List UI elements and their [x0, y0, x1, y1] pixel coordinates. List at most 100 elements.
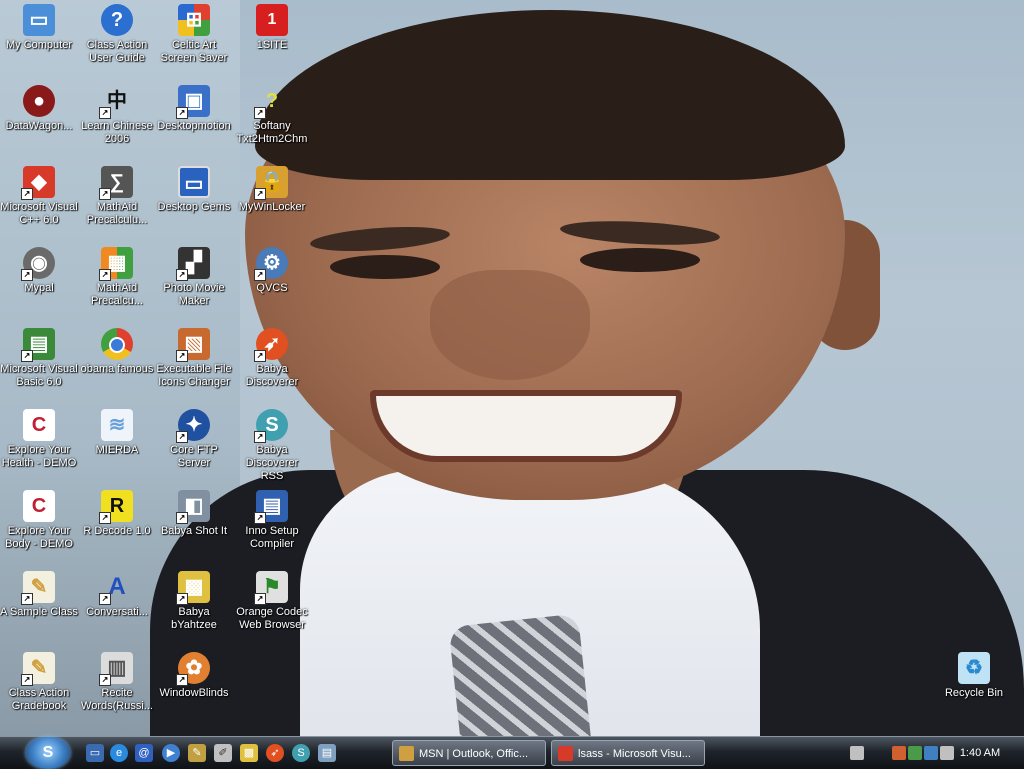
- icon-label: MIERDA: [95, 444, 139, 456]
- desktop-icon-mathaid-2[interactable]: ▦ ↗ MathAid Precalcu...: [78, 247, 156, 308]
- visual-cpp-icon: [558, 746, 573, 761]
- desktop-icon-celtic-art[interactable]: ⊞ Celtic Art Screen Saver: [155, 4, 233, 65]
- taskbar: S ▭ e @ ▶ ✎ ✐ ▩ ➶ S ▤ MSN | Outlook, Off…: [0, 736, 1024, 769]
- desktop-icon-windowblinds[interactable]: ✿ ↗ WindowBlinds: [155, 652, 233, 700]
- task-button-lsass[interactable]: lsass - Microsoft Visu...: [551, 740, 705, 766]
- desktop-icon-inno-setup[interactable]: ▤ ↗ Inno Setup Compiler: [233, 490, 311, 551]
- desktop-icon-explore-body[interactable]: C Explore Your Body - DEMO: [0, 490, 78, 551]
- icon-label: Explore Your Health - DEMO: [1, 444, 77, 469]
- desktop-icon-desktopmotion[interactable]: ▣ ↗ Desktopmotion: [155, 85, 233, 133]
- desktop-icon-exe-icons-changer[interactable]: ▧ ↗ Executable File Icons Changer: [155, 328, 233, 389]
- visual-cpp-icon: ◆ ↗: [21, 166, 55, 200]
- desktop-icon-recite-words[interactable]: ▥ ↗ Recite Words(Russi...: [78, 652, 156, 713]
- start-button[interactable]: S: [26, 737, 70, 769]
- inno-setup-icon: ▤ ↗: [254, 490, 288, 524]
- babya-rss-icon[interactable]: S: [292, 744, 310, 762]
- desktop[interactable]: ▭ My Computer ● DataWagon... ◆ ↗ Microsof…: [0, 0, 1024, 736]
- desktop-icon-mierda[interactable]: ≋ MIERDA: [78, 409, 156, 457]
- security-icon[interactable]: [924, 746, 938, 760]
- icon-label: Recite Words(Russi...: [81, 687, 153, 712]
- notepad-icon[interactable]: ✎: [188, 744, 206, 762]
- desktop-icon-learn-chinese[interactable]: 中 ↗ Learn Chinese 2006: [78, 85, 156, 146]
- icon-label: Class Action User Guide: [86, 39, 148, 64]
- mathaid-icon: ∑ ↗: [99, 166, 133, 200]
- explore-c-icon: C: [23, 490, 55, 522]
- icon-label: Desktopmotion: [157, 120, 231, 132]
- camera-icon: ◧ ↗: [176, 490, 210, 524]
- desktop-icon-my-computer[interactable]: ▭ My Computer: [0, 4, 78, 52]
- desktop-icon-photo-movie-maker[interactable]: ▞ ↗ Photo Movie Maker: [155, 247, 233, 308]
- show-desktop-icon[interactable]: ▭: [86, 744, 104, 762]
- 1site-icon: 1: [256, 4, 288, 36]
- recycle-bin-icon: ♻: [958, 652, 990, 684]
- desktop-icon-class-action-gradebook[interactable]: ✎ ↗ Class Action Gradebook: [0, 652, 78, 713]
- desktop-icon-orange-codec[interactable]: ⚑ ↗ Orange Codec Web Browser: [233, 571, 311, 632]
- explore-c-icon: C: [23, 409, 55, 441]
- desktop-icon-core-ftp[interactable]: ✦ ↗ Core FTP Server: [155, 409, 233, 470]
- desktop-icon-mywinlocker[interactable]: 🔒 ↗ MyWinLocker: [233, 166, 311, 214]
- rdecode-icon: R ↗: [99, 490, 133, 524]
- desktop-icon-desktop-gems[interactable]: ▭ Desktop Gems: [155, 166, 233, 214]
- icon-label: MathAid Precalcu...: [91, 282, 143, 307]
- wallpaper-hair: [255, 10, 845, 180]
- desktop-icon-sample-class[interactable]: ✎ ↗ A Sample Class: [0, 571, 78, 619]
- desktop-icon-babya-rss[interactable]: S ↗ Babya Discoverer RSS: [233, 409, 311, 483]
- help-icon: ?: [101, 4, 133, 36]
- icon-label: QVCS: [256, 282, 288, 294]
- desktop-icon-recycle-bin[interactable]: ♻ Recycle Bin: [935, 652, 1013, 700]
- desktop-icon-explore-health[interactable]: C Explore Your Health - DEMO: [0, 409, 78, 470]
- icon-label: Desktop Gems: [157, 201, 231, 213]
- desktop-icon-babya-discoverer[interactable]: ➶ ↗ Babya Discoverer: [233, 328, 311, 389]
- recite-words-icon: ▥ ↗: [99, 652, 133, 686]
- rocket-icon[interactable]: ➶: [266, 744, 284, 762]
- outlook-icon[interactable]: @: [135, 744, 153, 762]
- raccoon-icon: ◉ ↗: [21, 247, 55, 281]
- icon-label: MyWinLocker: [238, 201, 306, 213]
- pen-icon[interactable]: ✐: [214, 744, 232, 762]
- network-icon[interactable]: [892, 746, 906, 760]
- datawagon-icon: ●: [23, 85, 55, 117]
- keyboard-icon[interactable]: [850, 746, 864, 760]
- icon-label: Photo Movie Maker: [163, 282, 225, 307]
- visual-basic-icon: ▤ ↗: [21, 328, 55, 362]
- desktop-icon-visual-cpp[interactable]: ◆ ↗ Microsoft Visual C++ 6.0: [0, 166, 78, 227]
- icon-label: DataWagon...: [5, 120, 73, 132]
- rocket-icon: ➶ ↗: [254, 328, 288, 362]
- yahtzee-icon[interactable]: ▩: [240, 744, 258, 762]
- wallpaper-mouth: [370, 390, 682, 462]
- gradebook-icon: ✎ ↗: [21, 652, 55, 686]
- desktop-icon-mypal[interactable]: ◉ ↗ Mypal: [0, 247, 78, 295]
- window-icon[interactable]: ▤: [318, 744, 336, 762]
- task-button-msn[interactable]: MSN | Outlook, Offic...: [392, 740, 546, 766]
- desktop-icon-softany[interactable]: ? ↗ Softany Txt2Htm2Chm: [233, 85, 311, 146]
- lock-icon: 🔒 ↗: [254, 166, 288, 200]
- sample-class-icon: ✎ ↗: [21, 571, 55, 605]
- desktop-icon-datawagon[interactable]: ● DataWagon...: [0, 85, 78, 133]
- desktop-icon-qvcs[interactable]: ⚙ ↗ QVCS: [233, 247, 311, 295]
- desktop-icon-r-decode[interactable]: R ↗ R Decode 1.0: [78, 490, 156, 538]
- icon-label: Core FTP Server: [170, 444, 218, 469]
- wallpaper-left-eye: [330, 255, 440, 279]
- icon-label: Celtic Art Screen Saver: [160, 39, 228, 64]
- icon-label: Babya Discoverer: [245, 363, 299, 388]
- ie-icon[interactable]: e: [110, 744, 128, 762]
- icon-label: MathAid Precalculu...: [86, 201, 148, 226]
- clock[interactable]: 1:40 AM: [950, 737, 1010, 769]
- desktop-icon-visual-basic[interactable]: ▤ ↗ Microsoft Visual Basic 6.0: [0, 328, 78, 389]
- desktop-icon-mathaid-1[interactable]: ∑ ↗ MathAid Precalculu...: [78, 166, 156, 227]
- media-player-icon[interactable]: ▶: [162, 744, 180, 762]
- wallpaper-nose: [430, 270, 590, 380]
- mathaid-blocks-icon: ▦ ↗: [99, 247, 133, 281]
- desktop-icon-1site[interactable]: 1 1SITE: [233, 4, 311, 52]
- desktop-icon-class-action-user-guide[interactable]: ? Class Action User Guide: [78, 4, 156, 65]
- icon-label: Babya Shot It: [160, 525, 228, 537]
- palette-icon: ✿ ↗: [176, 652, 210, 686]
- icon-label: WindowBlinds: [159, 687, 229, 699]
- desktop-icon-babya-shot-it[interactable]: ◧ ↗ Babya Shot It: [155, 490, 233, 538]
- desktop-icon-conversation[interactable]: A ↗ Conversati...: [78, 571, 156, 619]
- desktop-icon-obama-famous[interactable]: obama famous: [78, 328, 156, 376]
- desktop-icon-babya-yahtzee[interactable]: ▩ ↗ Babya bYahtzee: [155, 571, 233, 632]
- volume-icon[interactable]: [908, 746, 922, 760]
- icon-label: A Sample Class: [0, 606, 78, 618]
- qvcs-icon: ⚙ ↗: [254, 247, 288, 281]
